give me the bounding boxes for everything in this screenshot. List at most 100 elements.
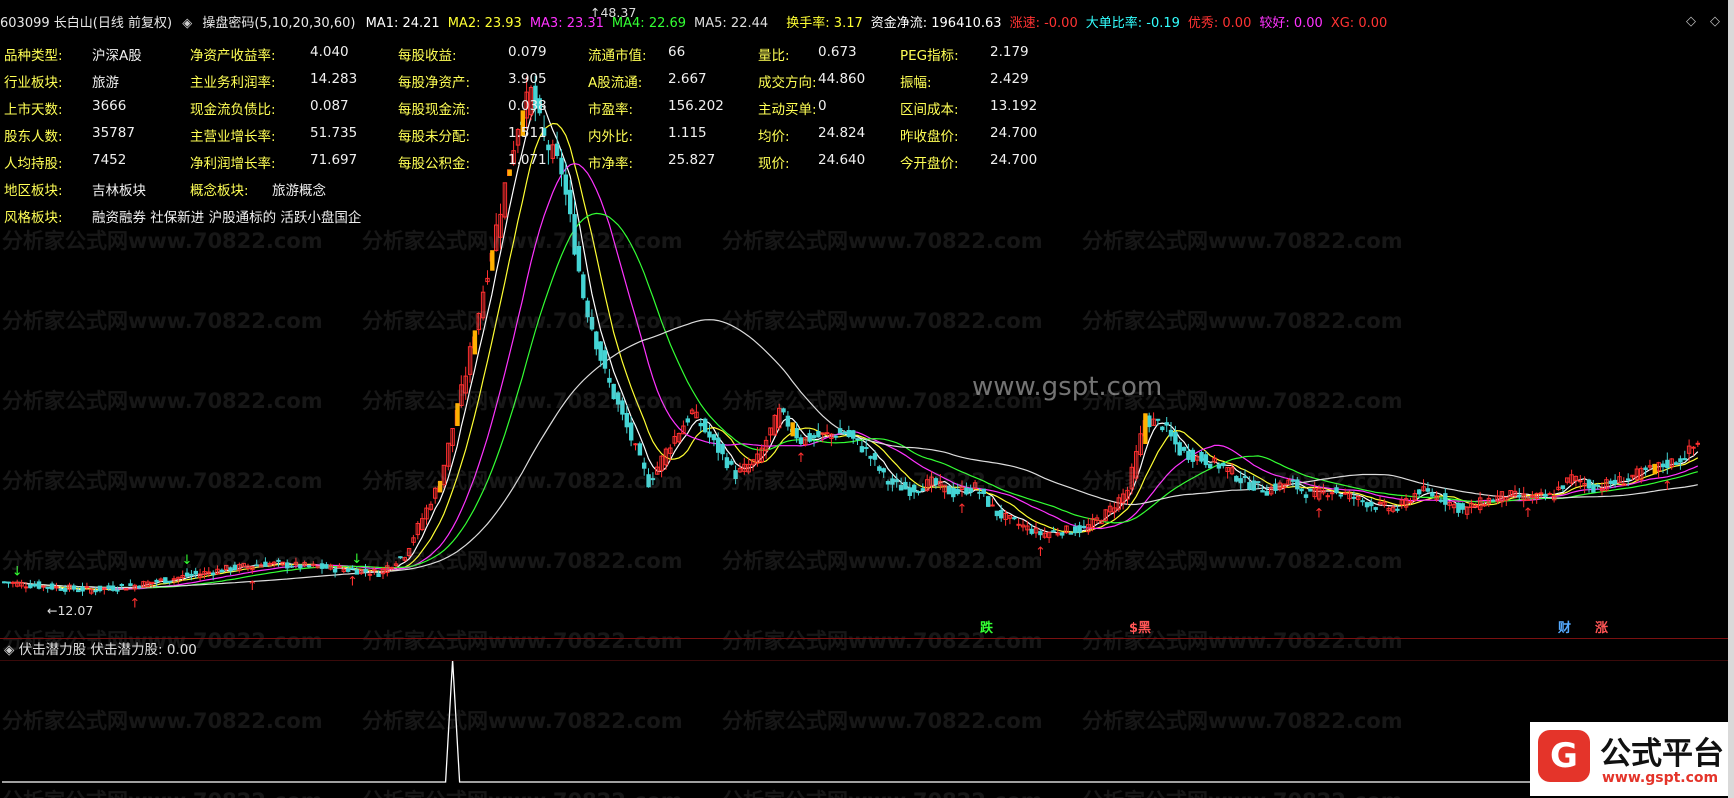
panel-separator-top <box>0 638 1728 639</box>
info-value-2-0: 3666 <box>92 98 127 114</box>
dropdown-icon[interactable]: ◈ <box>182 16 192 31</box>
candle-body <box>110 585 116 591</box>
candle-body <box>716 437 721 453</box>
candle-body <box>1177 442 1182 456</box>
candle-body <box>986 496 991 507</box>
brand-logo[interactable]: G 公式平台 www.gspt.com <box>1530 722 1728 796</box>
candle-body <box>1173 432 1178 445</box>
info-label-0-2: 每股收益: <box>398 48 457 64</box>
watermark-text: 分析家公式网www.70822.com <box>1082 309 1403 333</box>
candle-body <box>994 510 1000 517</box>
candle-body <box>698 423 703 427</box>
info-label-1-2: 每股净资产: <box>398 75 471 91</box>
watermark-text: 分析家公式网www.70822.com <box>362 469 683 493</box>
info-label-1-3: A股流通: <box>588 75 643 91</box>
info-value-6-0: 融资融券 社保新进 沪股通标的 活跃小盘国企 <box>92 210 362 226</box>
candle-body <box>568 189 573 215</box>
candle-body <box>999 510 1004 519</box>
stock-title[interactable]: 603099 长白山(日线 前复权) <box>0 16 172 31</box>
info-label-2-3: 市盈率: <box>588 102 634 118</box>
candle-body <box>163 577 168 584</box>
info-value-0-2: 0.079 <box>508 44 547 60</box>
info-label-4-1: 净利润增长率: <box>190 156 276 172</box>
info-value-1-1: 14.283 <box>310 71 358 87</box>
candle-body <box>115 589 120 592</box>
restore-icon[interactable]: ◇ <box>1686 14 1696 29</box>
candle-body <box>1016 523 1021 526</box>
candle-body <box>851 430 856 439</box>
info-label-4-2: 每股公积金: <box>398 156 471 172</box>
candle-body <box>624 413 629 428</box>
header-bar: 603099 长白山(日线 前复权) ◈ 操盘密码(5,10,20,30,60)… <box>0 12 1720 34</box>
sell-arrow-icon: ↓ <box>351 552 362 567</box>
watermark-text: 分析家公式网www.70822.com <box>362 389 683 413</box>
indicator-name[interactable]: 操盘密码(5,10,20,30,60) <box>202 16 355 31</box>
info-value-3-1: 51.735 <box>310 125 358 141</box>
candle-body <box>1060 532 1065 536</box>
candle-body <box>28 584 33 589</box>
extra-value-7: XG: 0.00 <box>1330 16 1388 31</box>
candle-body <box>49 583 55 590</box>
info-label-2-0: 上市天数: <box>4 102 63 118</box>
info-label-3-5: 昨收盘价: <box>900 129 959 145</box>
candle-body <box>785 415 791 427</box>
info-value-4-2: 1.071 <box>508 152 547 168</box>
extra-value-5: 优秀: 0.00 <box>1187 16 1252 31</box>
extra-value-2: 资金净流: 196410.63 <box>870 16 1002 31</box>
candle-body <box>720 443 725 455</box>
watermark-text: 分析家公式网www.70822.com <box>1082 785 1403 798</box>
watermark-text: 分析家公式网www.70822.com <box>1082 549 1403 573</box>
info-value-1-2: 3.905 <box>508 71 547 87</box>
watermark-text: 分析家公式网www.70822.com <box>722 309 1043 333</box>
logo-title: 公式平台 <box>1600 736 1724 772</box>
candle-body <box>76 590 81 593</box>
watermark-text: 分析家公式网www.70822.com <box>722 469 1043 493</box>
candle-body <box>1203 454 1209 466</box>
info-label-0-5: PEG指标: <box>900 48 959 64</box>
info-label-3-1: 主营业增长率: <box>190 129 276 145</box>
candle-body <box>1186 450 1191 460</box>
candle-body <box>1517 494 1522 498</box>
candle-body <box>1586 479 1592 489</box>
lower-collapse-icon[interactable]: ◈ <box>4 642 14 658</box>
candle-body <box>1303 494 1309 498</box>
info-value-0-1: 4.040 <box>310 44 349 60</box>
candle-body <box>859 446 865 453</box>
watermark-text: 分析家公式网www.70822.com <box>362 229 683 253</box>
window-border <box>1728 0 1734 798</box>
candle-body <box>1369 501 1374 507</box>
extra-value-6: 较好: 0.00 <box>1259 16 1323 31</box>
signal-bar <box>1652 463 1657 475</box>
candle-body <box>1199 452 1204 462</box>
diamond-icon[interactable]: ◇ <box>1710 14 1720 29</box>
mark-black: $黑 <box>1129 621 1152 636</box>
info-value-3-4: 24.824 <box>818 125 866 141</box>
candle-body <box>824 432 830 435</box>
candle-body <box>846 430 851 437</box>
logo-g-icon: G <box>1538 730 1590 782</box>
candle-body <box>1012 517 1017 520</box>
candle-body <box>1160 426 1165 431</box>
candle-body <box>1351 496 1357 499</box>
candle-body <box>167 580 172 583</box>
info-value-3-5: 24.700 <box>990 125 1038 141</box>
low-price-label: ←12.07 <box>47 603 94 618</box>
logo-url: www.gspt.com <box>1602 770 1719 786</box>
candle-body <box>1425 488 1431 492</box>
candle-body <box>1543 493 1548 497</box>
candle-body <box>1430 492 1435 497</box>
ma-line-1 <box>4 104 1699 591</box>
buy-arrow-icon: ↑ <box>247 579 258 594</box>
lower-indicator-name[interactable]: 伏击潜力股 <box>19 642 87 658</box>
candle-body <box>354 569 360 575</box>
candle-body <box>1643 467 1648 470</box>
candle-body <box>1155 418 1161 421</box>
candle-body <box>1029 528 1034 534</box>
candle-body <box>703 418 708 433</box>
watermark-text: 分析家公式网www.70822.com <box>722 709 1043 733</box>
candle-body <box>1147 415 1152 428</box>
watermark-text: 分析家公式网www.70822.com <box>1082 709 1403 733</box>
gspt-watermark: www.gspt.com <box>972 372 1163 402</box>
candle-body <box>1673 462 1679 465</box>
info-label-1-4: 成交方向: <box>758 75 817 91</box>
